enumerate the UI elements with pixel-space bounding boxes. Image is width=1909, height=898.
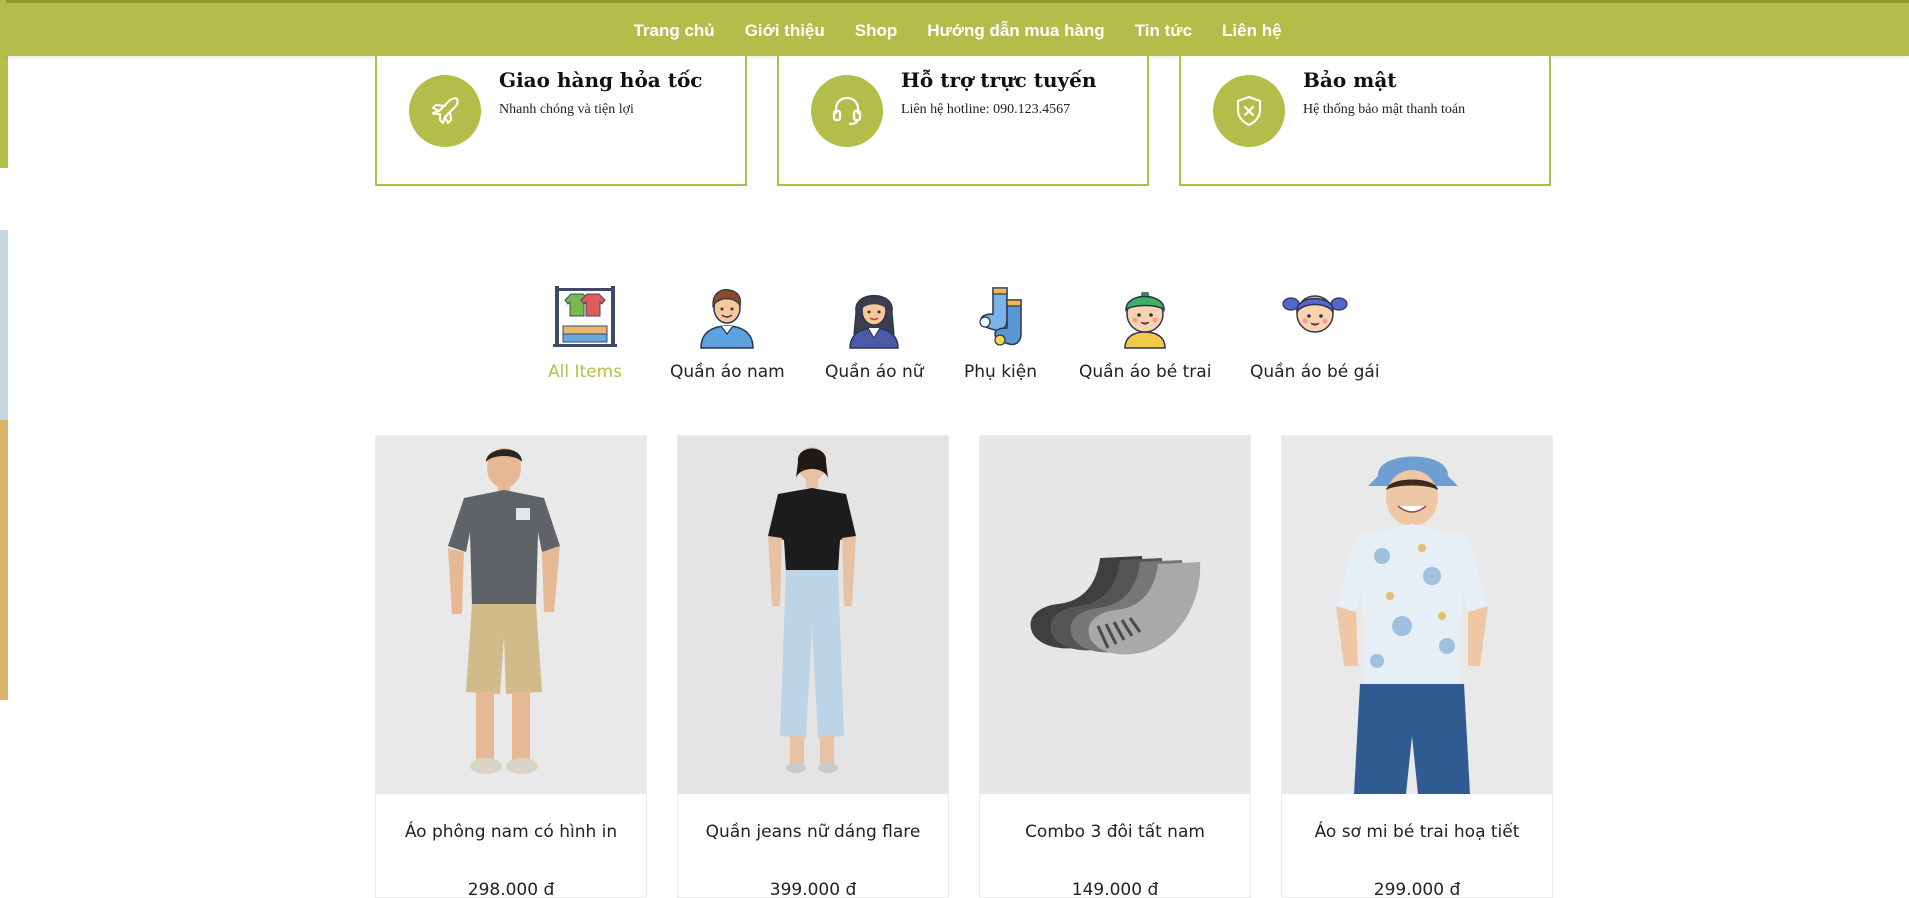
product-image[interactable]	[376, 436, 646, 794]
boy-avatar-icon	[1124, 292, 1166, 349]
clothes-rack-icon	[553, 286, 618, 347]
woman-avatar-icon	[849, 294, 900, 349]
service-title: Hỗ trợ trực tuyến	[901, 68, 1097, 92]
product-name[interactable]: Áo sơ mi bé trai hoạ tiết	[1282, 822, 1552, 842]
category-girls[interactable]: Quần áo bé gái	[1250, 282, 1380, 382]
category-label: All Items	[548, 362, 623, 382]
girl-avatar-icon	[1282, 295, 1348, 333]
nav-item-news[interactable]: Tin tức	[1120, 21, 1207, 41]
category-label: Quần áo nữ	[825, 362, 924, 382]
man-avatar-icon	[700, 288, 755, 349]
product-card[interactable]: Quần jeans nữ dáng flare 399.000 đ	[677, 435, 949, 898]
product-price: 299.000 đ	[1373, 880, 1461, 898]
product-name[interactable]: Áo phông nam có hình in	[376, 822, 646, 842]
nav-item-about[interactable]: Giới thiệu	[730, 21, 840, 41]
nav-menu: Trang chủ Giới thiệu Shop Hướng dẫn mua …	[6, 3, 1909, 59]
service-box-fast-delivery: Giao hàng hỏa tốc Nhanh chóng và tiện lợ…	[375, 56, 747, 186]
service-box-security: Bảo mật Hệ thống bảo mật thanh toán	[1179, 56, 1551, 186]
nav-item-home[interactable]: Trang chủ	[618, 21, 729, 41]
category-label: Quần áo bé trai	[1079, 362, 1212, 382]
product-price: 399.000 đ	[769, 880, 857, 898]
background-sidebar-edge	[0, 0, 8, 898]
product-name[interactable]: Combo 3 đôi tất nam	[980, 822, 1250, 842]
product-price: 149.000 đ	[1071, 880, 1159, 898]
socks-icon	[978, 287, 1022, 346]
category-all-items[interactable]: All Items	[548, 282, 622, 382]
product-card[interactable]: Áo phông nam có hình in 298.000 đ	[375, 435, 647, 898]
nav-item-shop[interactable]: Shop	[840, 21, 913, 41]
category-boys[interactable]: Quần áo bé trai	[1079, 282, 1211, 382]
service-title: Giao hàng hỏa tốc	[499, 68, 703, 92]
service-box-online-support: Hỗ trợ trực tuyến Liên hệ hotline: 090.1…	[777, 56, 1149, 186]
airplane-icon	[409, 75, 481, 147]
service-description: Nhanh chóng và tiện lợi	[499, 102, 634, 117]
nav-item-buying-guide[interactable]: Hướng dẫn mua hàng	[912, 21, 1119, 41]
category-label: Phụ kiện	[964, 362, 1038, 382]
service-title: Bảo mật	[1303, 68, 1397, 92]
service-description: Hệ thống bảo mật thanh toán	[1303, 102, 1466, 117]
category-label: Quần áo nam	[670, 362, 785, 382]
category-women[interactable]: Quần áo nữ	[825, 282, 924, 382]
shield-icon	[1213, 75, 1285, 147]
service-description: Liên hệ hotline: 090.123.4567	[901, 102, 1071, 117]
product-card[interactable]: Áo sơ mi bé trai hoạ tiết 299.000 đ	[1281, 435, 1553, 898]
product-image[interactable]	[980, 436, 1250, 794]
product-price: 298.000 đ	[467, 880, 555, 898]
product-card[interactable]: Combo 3 đôi tất nam 149.000 đ	[979, 435, 1251, 898]
category-accessories[interactable]: Phụ kiện	[964, 282, 1037, 382]
category-men[interactable]: Quần áo nam	[670, 282, 785, 382]
product-image[interactable]	[1282, 436, 1552, 794]
product-image[interactable]	[678, 436, 948, 794]
category-label: Quần áo bé gái	[1250, 362, 1380, 382]
nav-item-contact[interactable]: Liên hệ	[1207, 21, 1297, 41]
product-name[interactable]: Quần jeans nữ dáng flare	[678, 822, 948, 842]
main-navbar: Trang chủ Giới thiệu Shop Hướng dẫn mua …	[6, 0, 1909, 56]
headset-icon	[811, 75, 883, 147]
